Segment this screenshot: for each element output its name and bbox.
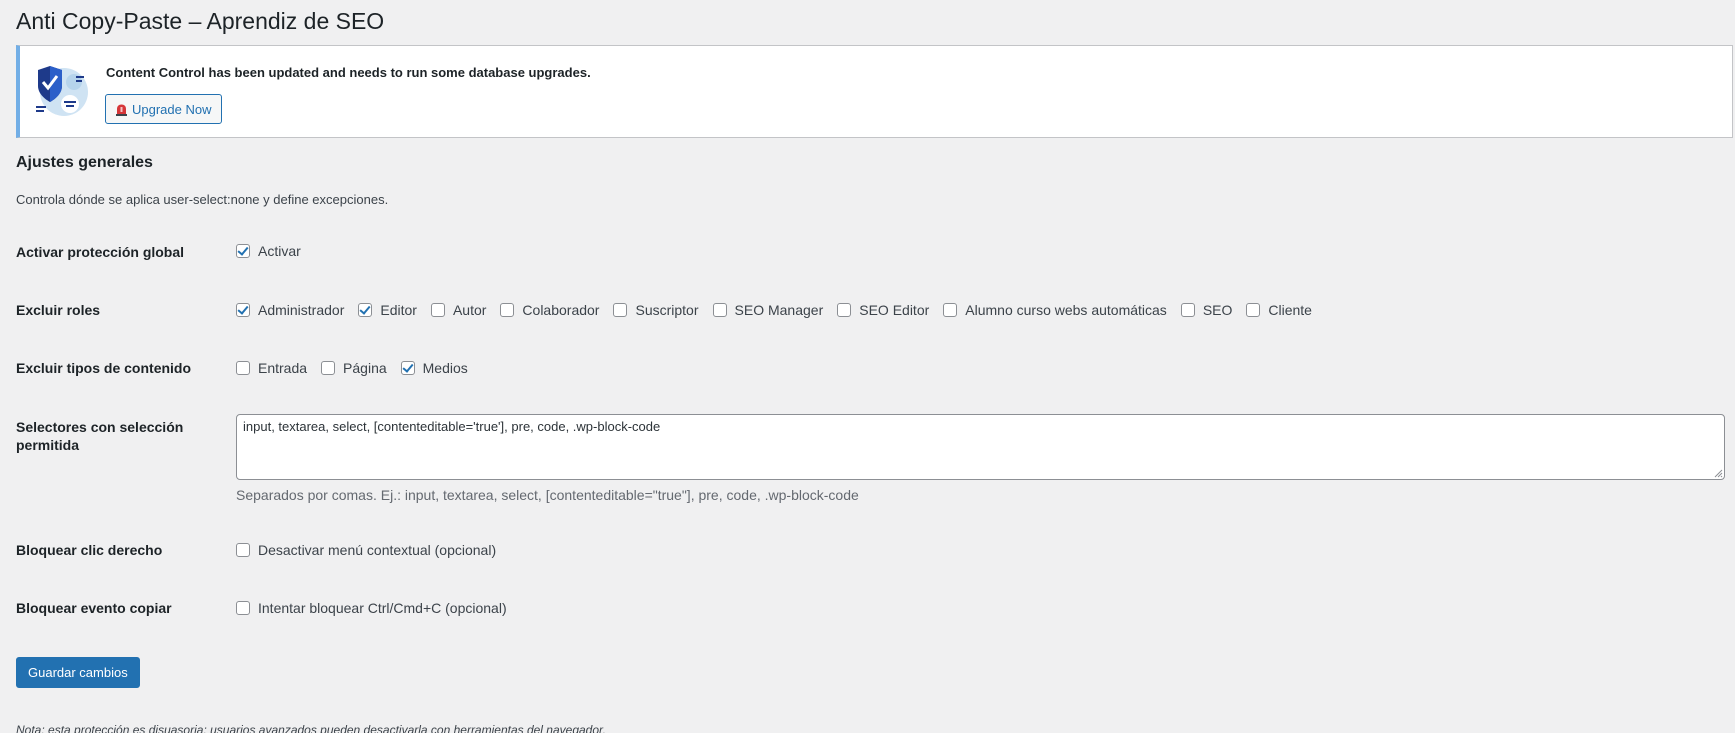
role-option-label: Alumno curso webs automáticas [965, 302, 1167, 318]
content-type-option-medios[interactable]: Medios [400, 360, 468, 376]
global-protection-checkbox[interactable] [236, 244, 250, 258]
role-option-cliente[interactable]: Cliente [1246, 302, 1312, 318]
global-protection-option[interactable]: Activar [236, 243, 301, 259]
role-checkbox[interactable] [430, 303, 445, 317]
notice-message: Content Control has been updated and nee… [106, 65, 591, 80]
role-option-label: Autor [452, 302, 487, 318]
role-option-autor[interactable]: Autor [430, 302, 487, 318]
block-right-click-checkbox[interactable] [236, 543, 250, 557]
role-option-editor[interactable]: Editor [358, 302, 417, 318]
upgrade-now-button[interactable]: Upgrade Now [105, 94, 222, 124]
role-option-label: SEO [1202, 302, 1233, 318]
content-type-option-label: Entrada [258, 360, 308, 376]
role-checkbox[interactable] [943, 303, 958, 317]
section-description: Controla dónde se aplica user-select:non… [16, 192, 389, 207]
content-type-option-entrada[interactable]: Entrada [236, 360, 307, 376]
role-option-seo-editor[interactable]: SEO Editor [837, 302, 929, 318]
role-option-seo-manager[interactable]: SEO Manager [712, 302, 824, 318]
content-type-checkbox[interactable] [321, 361, 336, 375]
role-option-label: Administrador [258, 302, 345, 318]
role-option-label: Suscriptor [635, 302, 699, 318]
role-checkbox[interactable] [837, 303, 852, 317]
allowed-selectors-label: Selectores con selección permitida [16, 419, 184, 453]
footer-note: Nota: esta protección es disuasoria; usu… [16, 723, 606, 733]
role-option-label: Editor [380, 302, 417, 318]
global-protection-label: Activar protección global [16, 244, 185, 260]
block-right-click-option[interactable]: Desactivar menú contextual (opcional) [236, 542, 496, 558]
role-option-suscriptor[interactable]: Suscriptor [613, 302, 699, 318]
content-control-logo-icon [36, 66, 88, 116]
exclude-content-types-label: Excluir tipos de contenido [16, 360, 192, 376]
content-type-option-label: Medios [422, 360, 468, 376]
block-copy-option[interactable]: Intentar bloquear Ctrl/Cmd+C (opcional) [236, 600, 507, 616]
resize-handle-icon[interactable] [1714, 469, 1723, 478]
role-option-label: SEO Editor [859, 302, 930, 318]
role-checkbox[interactable] [1180, 303, 1195, 317]
siren-icon [116, 104, 127, 116]
role-option-alumno[interactable]: Alumno curso webs automáticas [943, 302, 1167, 318]
role-checkbox[interactable] [358, 303, 373, 317]
role-option-seo[interactable]: SEO [1180, 302, 1233, 318]
exclude-content-types-options: Entrada Página Medios [236, 360, 482, 376]
upgrade-now-label: Upgrade Now [132, 101, 212, 117]
content-type-option-label: Página [343, 360, 387, 376]
global-protection-option-label: Activar [258, 243, 301, 259]
role-option-label: SEO Manager [734, 302, 824, 318]
role-checkbox[interactable] [1246, 303, 1261, 317]
role-checkbox[interactable] [236, 303, 250, 317]
section-title: Ajustes generales [16, 154, 153, 171]
block-copy-label: Bloquear evento copiar [16, 600, 172, 616]
content-type-checkbox[interactable] [236, 361, 250, 375]
content-type-option-pagina[interactable]: Página [321, 360, 387, 376]
block-right-click-label: Bloquear clic derecho [16, 542, 163, 558]
block-right-click-options: Desactivar menú contextual (opcional) [236, 542, 510, 558]
role-checkbox[interactable] [500, 303, 515, 317]
allowed-selectors-hint: Separados por comas. Ej.: input, textare… [236, 487, 859, 503]
role-checkbox[interactable] [712, 303, 727, 317]
role-checkbox[interactable] [613, 303, 628, 317]
role-option-administrador[interactable]: Administrador [236, 302, 344, 318]
allowed-selectors-textarea[interactable]: input, textarea, select, [contenteditabl… [236, 414, 1725, 480]
page-title: Anti Copy-Paste – Aprendiz de SEO [16, 8, 385, 34]
block-right-click-option-label: Desactivar menú contextual (opcional) [258, 542, 497, 558]
save-changes-button[interactable]: Guardar cambios [16, 657, 140, 688]
update-notice: Content Control has been updated and nee… [16, 45, 1733, 138]
block-copy-checkbox[interactable] [236, 601, 250, 615]
role-option-colaborador[interactable]: Colaborador [500, 302, 599, 318]
block-copy-option-label: Intentar bloquear Ctrl/Cmd+C (opcional) [258, 600, 507, 616]
content-type-checkbox[interactable] [400, 361, 415, 375]
block-copy-options: Intentar bloquear Ctrl/Cmd+C (opcional) [236, 600, 521, 616]
exclude-roles-options: Administrador Editor Autor Colaborador S… [236, 302, 1326, 318]
exclude-roles-label: Excluir roles [16, 302, 101, 318]
role-option-label: Cliente [1268, 302, 1312, 318]
role-option-label: Colaborador [522, 302, 600, 318]
global-protection-options: Activar [236, 243, 315, 259]
admin-page: Anti Copy-Paste – Aprendiz de SEO Conten… [0, 0, 1735, 733]
